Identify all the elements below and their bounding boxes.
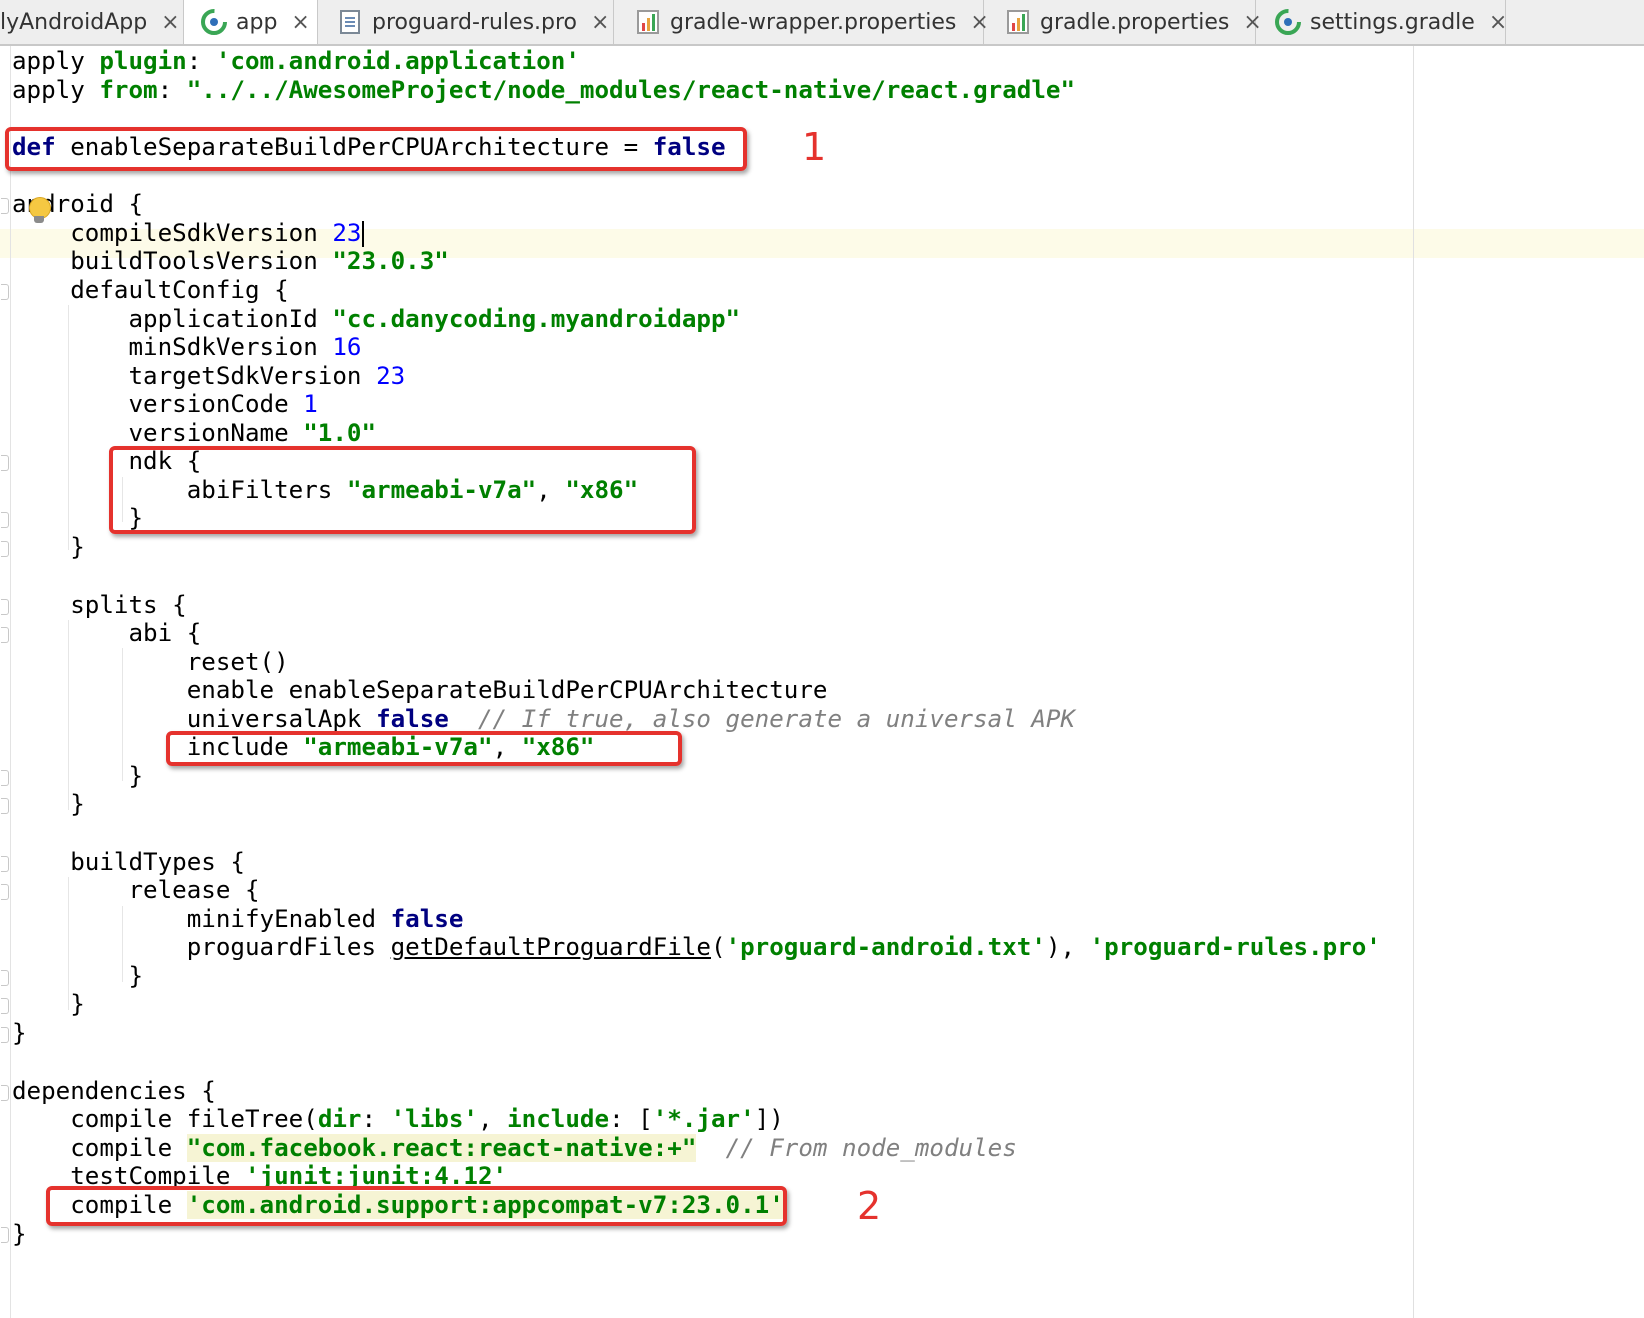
fold-marker-icon[interactable] <box>1 627 9 643</box>
code-line: compile "com.facebook.react:react-native… <box>12 1134 1017 1162</box>
close-icon[interactable]: × <box>1489 10 1507 35</box>
tab-app[interactable]: app × <box>184 0 318 44</box>
fold-marker-icon[interactable] <box>1 998 9 1014</box>
tab-gradle-wrapper-properties[interactable]: gradle-wrapper.properties × <box>614 0 989 44</box>
code-line: minifyEnabled false <box>12 905 464 933</box>
code-line: targetSdkVersion 23 <box>12 362 406 390</box>
editor-tab-bar: lyAndroidApp × app × proguard-rules.pro … <box>0 0 1644 46</box>
annotation-box-1 <box>5 127 747 171</box>
code-line: apply plugin: 'com.android.application' <box>12 47 580 75</box>
annotation-label-2: 2 <box>857 1184 882 1228</box>
code-line: abi { <box>12 619 202 647</box>
fold-marker-icon[interactable] <box>1 970 9 986</box>
close-icon[interactable]: × <box>161 10 179 35</box>
gradle-module-icon <box>201 9 227 35</box>
tab-label: proguard-rules.pro <box>372 9 578 35</box>
fold-marker-icon[interactable] <box>1 1227 9 1243</box>
code-line: versionName "1.0" <box>12 419 377 447</box>
code-line: } <box>12 762 144 790</box>
annotation-label-1: 1 <box>802 125 827 169</box>
gradle-module-icon <box>1275 9 1301 35</box>
editor-gutter[interactable] <box>0 46 11 1318</box>
code-line: } <box>12 533 85 561</box>
fold-marker-icon[interactable] <box>1 884 9 900</box>
text-caret <box>361 221 364 247</box>
tab-label: gradle-wrapper.properties <box>670 9 957 35</box>
code-line: compileSdkVersion 23 <box>12 219 364 247</box>
close-icon[interactable]: × <box>291 10 309 35</box>
fold-marker-icon[interactable] <box>1 284 9 300</box>
tab-myandroidapp[interactable]: lyAndroidApp × <box>0 0 184 44</box>
fold-marker-icon[interactable] <box>1 798 9 814</box>
close-icon[interactable]: × <box>591 10 609 35</box>
code-line: } <box>12 1019 27 1047</box>
code-line: versionCode 1 <box>12 390 318 418</box>
code-line: release { <box>12 876 260 904</box>
tab-proguard-rules[interactable]: proguard-rules.pro × <box>318 0 614 44</box>
fold-marker-icon[interactable] <box>1 1027 9 1043</box>
tab-label: lyAndroidApp <box>0 9 148 35</box>
fold-marker-icon[interactable] <box>1 1085 9 1101</box>
code-line: defaultConfig { <box>12 276 289 304</box>
tab-label: app <box>236 9 278 35</box>
code-line: dependencies { <box>12 1077 216 1105</box>
properties-file-icon <box>1007 10 1029 34</box>
code-line: reset() <box>12 648 289 676</box>
code-line: buildTypes { <box>12 848 245 876</box>
tab-gradle-properties[interactable]: gradle.properties × <box>984 0 1262 44</box>
tab-settings-gradle[interactable]: settings.gradle × <box>1256 0 1507 44</box>
code-line: enable enableSeparateBuildPerCPUArchitec… <box>12 676 828 704</box>
annotation-box-ndk <box>109 446 696 534</box>
code-line: compile fileTree(dir: 'libs', include: [… <box>12 1105 784 1133</box>
code-line: applicationId "cc.danycoding.myandroidap… <box>12 305 741 333</box>
fold-marker-icon[interactable] <box>1 198 9 214</box>
fold-marker-icon[interactable] <box>1 455 9 471</box>
code-line: proguardFiles getDefaultProguardFile('pr… <box>12 933 1381 961</box>
code-line: } <box>12 1220 27 1248</box>
code-line: } <box>12 790 85 818</box>
fold-marker-icon[interactable] <box>1 770 9 786</box>
properties-file-icon <box>637 10 659 34</box>
fold-marker-icon[interactable] <box>1 541 9 557</box>
code-line: minSdkVersion 16 <box>12 333 362 361</box>
annotation-box-include <box>166 731 682 766</box>
annotation-box-2 <box>46 1186 787 1226</box>
code-line: buildToolsVersion "23.0.3" <box>12 247 449 275</box>
code-line: apply from: "../../AwesomeProject/node_m… <box>12 76 1076 104</box>
right-margin-guide <box>1413 46 1414 1318</box>
tab-label: gradle.properties <box>1040 9 1230 35</box>
code-line: } <box>12 990 85 1018</box>
tab-label: settings.gradle <box>1310 9 1475 35</box>
fold-marker-icon[interactable] <box>1 856 9 872</box>
code-line: splits { <box>12 591 187 619</box>
fold-marker-icon[interactable] <box>1 512 9 528</box>
code-line: } <box>12 962 144 990</box>
text-file-icon <box>340 10 360 34</box>
lightbulb-base <box>34 216 44 223</box>
code-line: universalApk false // If true, also gene… <box>12 705 1076 733</box>
fold-marker-icon[interactable] <box>1 599 9 615</box>
